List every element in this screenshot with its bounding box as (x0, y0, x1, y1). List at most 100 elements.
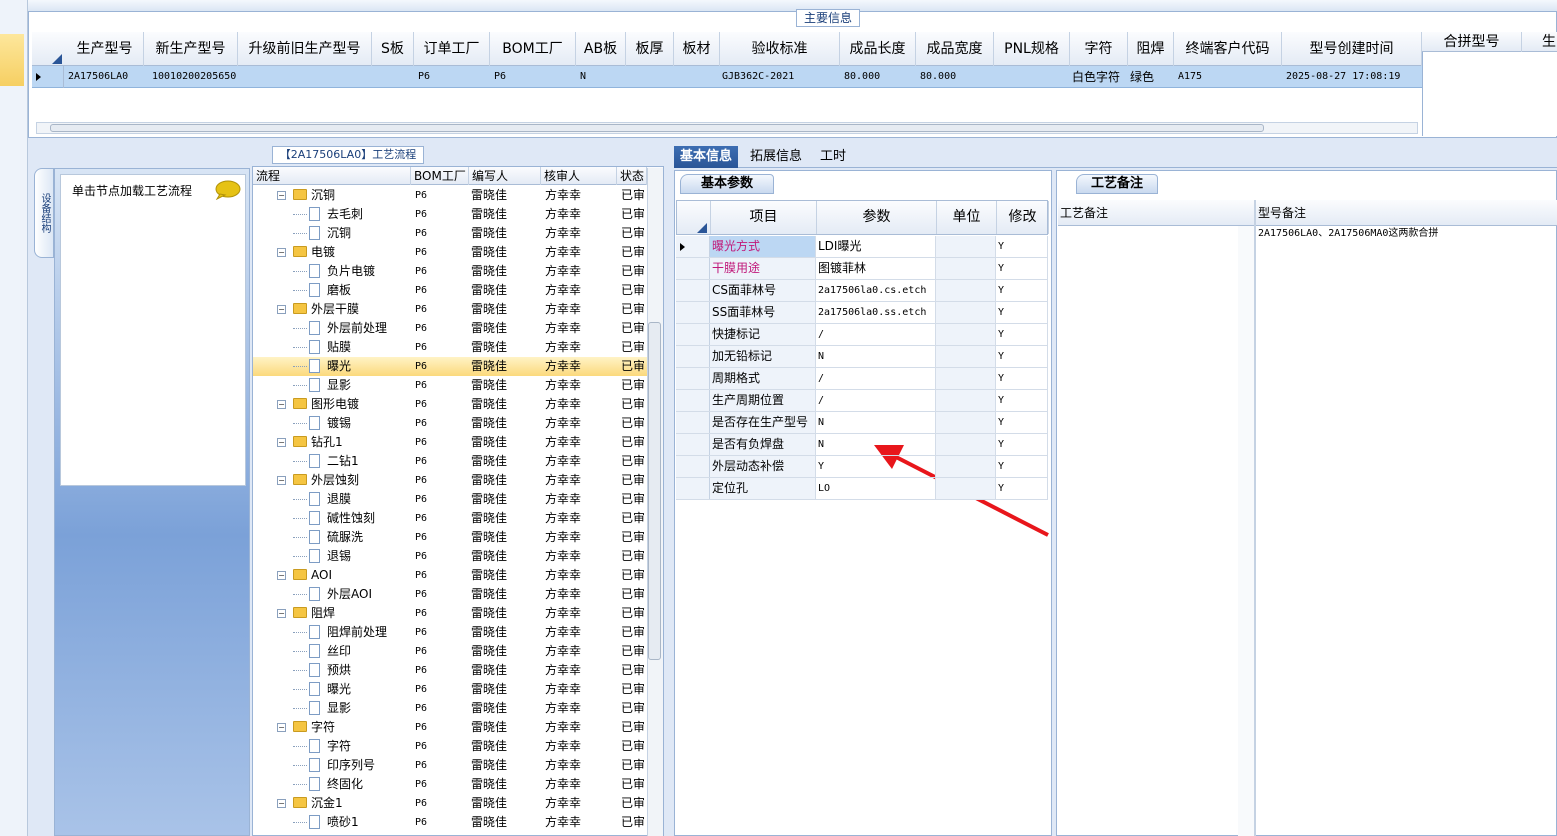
splitter-middle[interactable] (664, 140, 674, 836)
merge-model-col-0[interactable]: 合拼型号 (1422, 32, 1522, 52)
tab-basic-params[interactable]: 基本参数 (680, 174, 774, 194)
main-grid-col-9[interactable]: 验收标准 (720, 32, 840, 66)
param-row[interactable]: 是否有负焊盘 N Y (676, 434, 1048, 456)
flow-row[interactable]: − 外层干膜 P6 雷晓佳 方幸幸 已审 (253, 300, 647, 319)
collapse-icon[interactable]: − (277, 191, 286, 200)
flow-row[interactable]: 阻焊前处理 P6 雷晓佳 方幸幸 已审 (253, 623, 647, 642)
param-unit[interactable] (936, 258, 996, 279)
param-col-1[interactable]: 参数 (817, 201, 937, 234)
param-row[interactable]: 周期格式 / Y (676, 368, 1048, 390)
flow-row[interactable]: − 图形电镀 P6 雷晓佳 方幸幸 已审 (253, 395, 647, 414)
param-value[interactable]: Y (816, 456, 936, 477)
param-unit[interactable] (936, 368, 996, 389)
param-col-3[interactable]: 修改 (997, 201, 1049, 234)
param-row[interactable]: 加无铅标记 N Y (676, 346, 1048, 368)
param-modify[interactable]: Y (996, 236, 1048, 257)
main-grid-col-13[interactable]: 字符 (1070, 32, 1128, 66)
tab-basic-info[interactable]: 基本信息 (674, 146, 739, 168)
param-unit[interactable] (936, 478, 996, 499)
main-grid-cell-10[interactable]: 80.000 (844, 66, 916, 88)
param-unit[interactable] (936, 280, 996, 301)
flow-row[interactable]: 去毛刺 P6 雷晓佳 方幸幸 已审 (253, 205, 647, 224)
flow-row[interactable]: 磨板 P6 雷晓佳 方幸幸 已审 (253, 281, 647, 300)
param-row[interactable]: 干膜用途 图镀菲林 Y (676, 258, 1048, 280)
tab-process-remark[interactable]: 工艺备注 (1076, 174, 1158, 194)
flow-row[interactable]: − 电镀 P6 雷晓佳 方幸幸 已审 (253, 243, 647, 262)
flow-row[interactable]: 二钻1 P6 雷晓佳 方幸幸 已审 (253, 452, 647, 471)
main-grid-cell-8[interactable] (674, 66, 720, 88)
param-value[interactable]: 2a17506la0.ss.etch (816, 302, 936, 323)
remark-scroll[interactable] (1238, 226, 1254, 836)
param-value[interactable]: / (816, 324, 936, 345)
main-grid-col-4[interactable]: 订单工厂 (414, 32, 490, 66)
collapse-icon[interactable]: − (277, 723, 286, 732)
flow-col-2[interactable]: 编写人 (469, 167, 541, 185)
main-grid-hscroll-thumb[interactable] (50, 124, 1264, 132)
param-value[interactable]: 2a17506la0.cs.etch (816, 280, 936, 301)
remark-col-1[interactable]: 型号备注 (1258, 200, 1306, 226)
main-grid-col-7[interactable]: 板厚 (626, 32, 674, 66)
flow-col-3[interactable]: 核审人 (541, 167, 617, 185)
flow-row[interactable]: 退锡 P6 雷晓佳 方幸幸 已审 (253, 547, 647, 566)
left-dock-tab[interactable] (0, 34, 24, 86)
param-row[interactable]: 外层动态补偿 Y Y (676, 456, 1048, 478)
param-row[interactable]: SS面菲林号 2a17506la0.ss.etch Y (676, 302, 1048, 324)
flow-row[interactable]: − 钻孔1 P6 雷晓佳 方幸幸 已审 (253, 433, 647, 452)
flow-row[interactable]: 印序列号 P6 雷晓佳 方幸幸 已审 (253, 756, 647, 775)
main-grid-cell-11[interactable]: 80.000 (920, 66, 994, 88)
param-unit[interactable] (936, 324, 996, 345)
merge-model-col-1[interactable]: 生 (1542, 32, 1557, 52)
param-unit[interactable] (936, 236, 996, 257)
process-flow-vscroll-thumb[interactable] (648, 322, 661, 660)
flow-row[interactable]: 负片电镀 P6 雷晓佳 方幸幸 已审 (253, 262, 647, 281)
collapse-icon[interactable]: − (277, 571, 286, 580)
param-value[interactable]: LO (816, 478, 936, 499)
flow-row[interactable]: 贴膜 P6 雷晓佳 方幸幸 已审 (253, 338, 647, 357)
main-grid-col-16[interactable]: 型号创建时间 (1282, 32, 1422, 66)
flow-row[interactable]: − 字符 P6 雷晓佳 方幸幸 已审 (253, 718, 647, 737)
param-row[interactable]: 是否存在生产型号 N Y (676, 412, 1048, 434)
param-value[interactable]: N (816, 346, 936, 367)
main-grid-col-1[interactable]: 新生产型号 (144, 32, 238, 66)
flow-row[interactable]: 碱性蚀刻 P6 雷晓佳 方幸幸 已审 (253, 509, 647, 528)
param-unit[interactable] (936, 456, 996, 477)
param-modify[interactable]: Y (996, 346, 1048, 367)
main-grid-cell-1[interactable]: 10010200205650 (152, 66, 238, 88)
main-grid-col-3[interactable]: S板 (372, 32, 414, 66)
param-row[interactable]: 快捷标记 / Y (676, 324, 1048, 346)
flow-row[interactable]: − 阻焊 P6 雷晓佳 方幸幸 已审 (253, 604, 647, 623)
tab-work-hours[interactable]: 工时 (814, 146, 852, 168)
main-grid-cell-13[interactable]: 白色字符 (1072, 66, 1128, 88)
param-unit[interactable] (936, 412, 996, 433)
flow-row[interactable]: 字符 P6 雷晓佳 方幸幸 已审 (253, 737, 647, 756)
param-modify[interactable]: Y (996, 412, 1048, 433)
main-grid-col-10[interactable]: 成品长度 (840, 32, 916, 66)
collapse-icon[interactable]: − (277, 400, 286, 409)
param-value[interactable]: / (816, 390, 936, 411)
main-grid-col-15[interactable]: 终端客户代码 (1174, 32, 1282, 66)
param-col-2[interactable]: 单位 (937, 201, 997, 234)
collapse-icon[interactable]: − (277, 799, 286, 808)
param-value[interactable]: / (816, 368, 936, 389)
flow-col-1[interactable]: BOM工厂 (411, 167, 469, 185)
main-grid-cell-14[interactable]: 绿色 (1130, 66, 1174, 88)
flow-row[interactable]: 喷砂1 P6 雷晓佳 方幸幸 已审 (253, 813, 647, 832)
main-grid-cell-9[interactable]: GJB362C-2021 (722, 66, 840, 88)
main-grid-col-8[interactable]: 板材 (674, 32, 720, 66)
param-modify[interactable]: Y (996, 368, 1048, 389)
param-modify[interactable]: Y (996, 434, 1048, 455)
param-row[interactable]: CS面菲林号 2a17506la0.cs.etch Y (676, 280, 1048, 302)
main-grid-cell-2[interactable] (238, 66, 372, 88)
flow-col-0[interactable]: 流程 (253, 167, 411, 185)
flow-row[interactable]: 曝光 P6 雷晓佳 方幸幸 已审 (253, 357, 647, 376)
flow-row[interactable]: 显影 P6 雷晓佳 方幸幸 已审 (253, 699, 647, 718)
main-info-tab[interactable]: 主要信息 (796, 9, 860, 27)
flow-row[interactable]: 预烘 P6 雷晓佳 方幸幸 已审 (253, 661, 647, 680)
flow-row[interactable]: 退膜 P6 雷晓佳 方幸幸 已审 (253, 490, 647, 509)
flow-col-4[interactable]: 状态 (617, 167, 647, 185)
param-modify[interactable]: Y (996, 258, 1048, 279)
flow-row[interactable]: 显影 P6 雷晓佳 方幸幸 已审 (253, 376, 647, 395)
structure-side-tab[interactable]: 设备结构 (34, 168, 54, 258)
main-grid-cell-15[interactable]: A175 (1178, 66, 1282, 88)
main-grid-col-6[interactable]: AB板 (576, 32, 626, 66)
